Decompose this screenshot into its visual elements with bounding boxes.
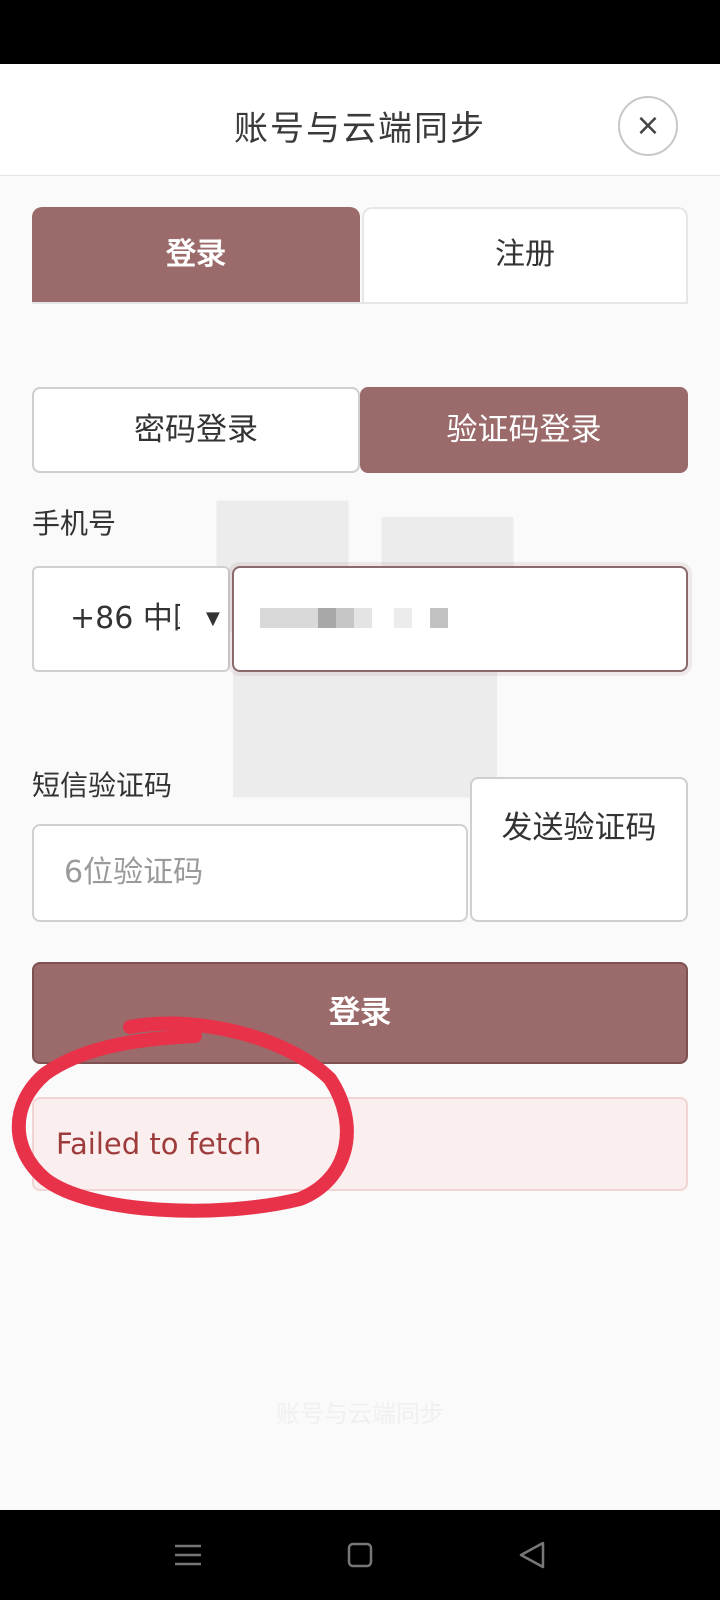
redacted-phone-digits (430, 608, 448, 628)
close-button[interactable]: × (618, 96, 678, 156)
error-alert: Failed to fetch (32, 1097, 688, 1191)
sms-code-label: 短信验证码 (32, 769, 173, 802)
status-bar (0, 0, 720, 64)
submit-login-button[interactable]: 登录 (32, 962, 688, 1064)
redacted-phone-digits (336, 608, 354, 628)
footer-ghost-text: 账号与云端同步 (276, 1400, 444, 1428)
back-triangle-icon[interactable] (507, 1530, 557, 1580)
redacted-phone-digits (354, 608, 372, 628)
sms-login-button[interactable]: 验证码登录 (360, 387, 688, 473)
sync-account-modal: 账号与云端同步 × 登录 注册 密码登录 验证码登录 手机号 +86 中国 ▼ … (0, 64, 720, 1510)
chevron-down-icon: ▼ (206, 608, 220, 629)
menu-icon[interactable] (163, 1530, 213, 1580)
redacted-phone-digits (318, 608, 336, 628)
country-code-select[interactable]: +86 中国 ▼ (32, 566, 230, 672)
country-code-value: +86 中国 (70, 601, 180, 636)
error-message: Failed to fetch (56, 1127, 262, 1161)
sms-code-placeholder: 6位验证码 (64, 855, 204, 890)
phone-input[interactable] (232, 566, 688, 672)
system-nav-bar (0, 1510, 720, 1600)
auth-tabs: 登录 注册 (32, 207, 688, 303)
home-square-icon[interactable] (335, 1530, 385, 1580)
password-login-button[interactable]: 密码登录 (32, 387, 360, 473)
tabs-divider (32, 302, 688, 304)
send-code-button[interactable]: 发送验证码 (470, 777, 688, 922)
redacted-phone-digits (394, 608, 412, 628)
phone-label: 手机号 (32, 507, 117, 540)
modal-title: 账号与云端同步 (234, 109, 486, 149)
tab-register[interactable]: 注册 (362, 207, 688, 303)
close-icon: × (635, 108, 661, 143)
sms-code-input[interactable]: 6位验证码 (32, 824, 468, 922)
tab-login[interactable]: 登录 (32, 207, 360, 303)
